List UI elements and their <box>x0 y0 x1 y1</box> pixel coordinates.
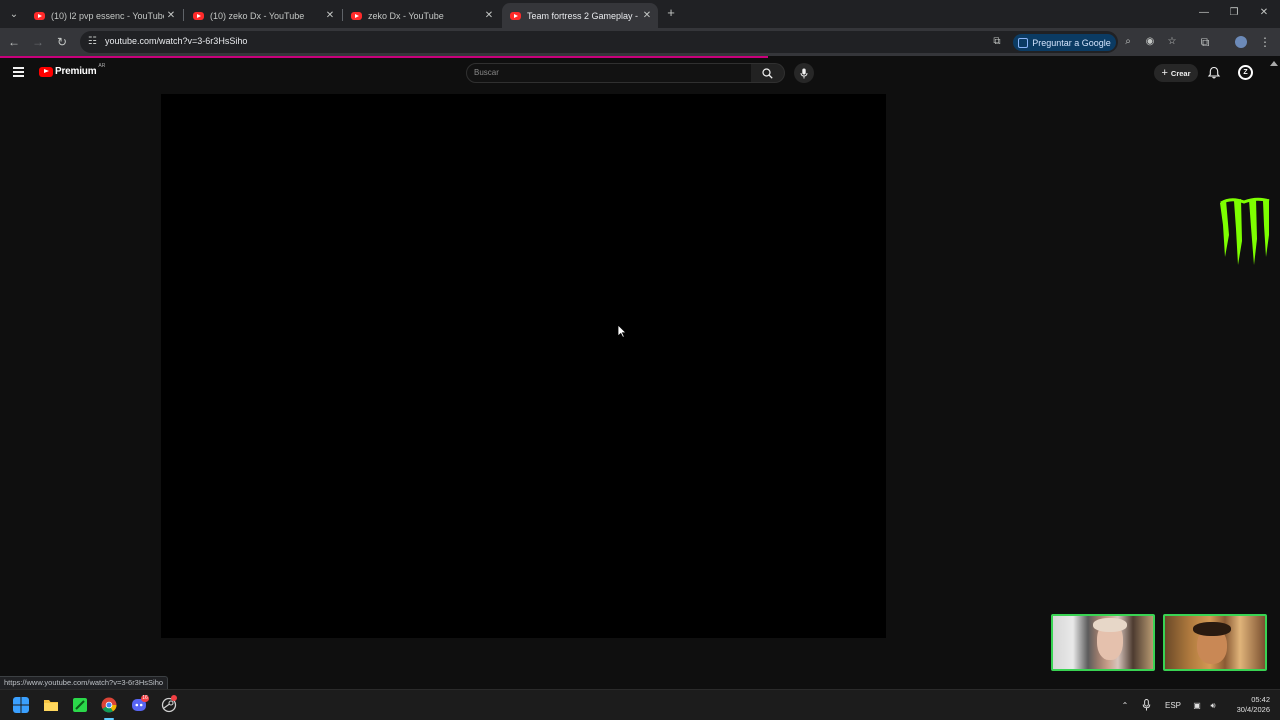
windows-taskbar: 16 ⌃ ESP ▣ 🔊︎ 05:42 30/4/2026 <box>0 689 1280 720</box>
hamburger-icon[interactable] <box>13 67 24 77</box>
avatar[interactable]: Z <box>1238 65 1253 80</box>
plus-icon: + <box>1161 67 1168 79</box>
youtube-favicon <box>34 11 45 20</box>
window-close-icon[interactable]: ✕ <box>1249 4 1279 22</box>
create-button[interactable]: + Crear <box>1154 64 1198 82</box>
file-explorer-icon[interactable] <box>43 697 59 713</box>
site-info-icon[interactable]: ☷ <box>88 35 100 49</box>
close-icon[interactable]: ✕ <box>323 10 337 21</box>
ask-google-label: Preguntar a Google <box>1032 37 1111 48</box>
webcam-feed-right <box>1163 614 1267 671</box>
volume-icon[interactable]: 🔊︎ <box>1206 699 1220 713</box>
link-status-bubble: https://www.youtube.com/watch?v=3-6r3HsS… <box>0 676 169 689</box>
new-tab-icon[interactable]: + <box>664 5 678 21</box>
app-icon[interactable] <box>72 697 88 713</box>
browser-tab[interactable]: (10) l2 pvp essenc - YouTube ✕ <box>26 3 182 28</box>
windows-start-icon[interactable] <box>13 697 29 713</box>
clock-time: 05:42 <box>1251 695 1270 704</box>
close-icon[interactable]: ✕ <box>482 10 496 21</box>
extensions-icon[interactable]: ⧉ <box>1196 33 1214 51</box>
mic-icon <box>800 68 808 78</box>
tab-title: Team fortress 2 Gameplay - You <box>527 10 640 21</box>
reload-icon[interactable]: ↻ <box>53 33 71 51</box>
tab-title: zeko Dx - YouTube <box>368 10 444 21</box>
address-bar[interactable]: ☷ youtube.com/watch?v=3-6r3HsSiho ⧉ Preg… <box>80 31 1176 53</box>
monster-energy-logo <box>1220 197 1270 265</box>
discord-badge: 16 <box>141 695 149 702</box>
scroll-up-arrow[interactable] <box>1270 61 1278 66</box>
tab-search-icon[interactable]: ⌄ <box>5 5 23 23</box>
minimize-icon[interactable]: — <box>1189 4 1219 22</box>
search-icon <box>762 67 773 79</box>
chevron-up-icon[interactable]: ⌃ <box>1119 699 1131 713</box>
lens-icon <box>1018 37 1029 48</box>
menu-dots-icon[interactable]: ⋮ <box>1256 33 1274 51</box>
ask-google-button[interactable]: Preguntar a Google <box>1013 34 1116 51</box>
voice-search-button[interactable] <box>794 63 814 83</box>
mic-icon[interactable] <box>1142 699 1151 711</box>
youtube-favicon <box>351 11 362 20</box>
profile-icon[interactable] <box>1232 33 1250 51</box>
youtube-favicon <box>510 11 521 20</box>
browser-toolbar: ← → ↻ ☷ youtube.com/watch?v=3-6r3HsSiho … <box>0 28 1280 56</box>
clock-date: 30/4/2026 <box>1236 705 1270 714</box>
youtube-premium-logo[interactable]: Premium AR <box>39 62 106 77</box>
create-label: Crear <box>1170 68 1191 78</box>
tab-separator <box>183 9 184 21</box>
search-input[interactable] <box>474 68 734 77</box>
webcam-feed-left <box>1051 614 1155 671</box>
search-field[interactable] <box>466 63 752 83</box>
forward-icon[interactable]: → <box>29 33 47 51</box>
system-clock[interactable]: 05:42 30/4/2026 <box>1226 695 1270 715</box>
install-app-icon[interactable]: ⧉ <box>990 35 1004 49</box>
tab-title: (10) zeko Dx - YouTube <box>210 10 305 21</box>
tab-title: (10) l2 pvp essenc - YouTube <box>51 10 164 21</box>
youtube-favicon <box>193 11 204 20</box>
webcam-hair <box>1193 622 1231 636</box>
youtube-header: Premium AR + Crear Z <box>0 59 1268 87</box>
browser-tab[interactable]: zeko Dx - YouTube ✕ <box>343 3 500 28</box>
url-text[interactable]: youtube.com/watch?v=3-6r3HsSiho <box>105 36 247 46</box>
zoom-icon[interactable]: ⌕ <box>1121 35 1135 49</box>
back-icon[interactable]: ← <box>5 33 23 51</box>
network-icon[interactable]: ▣ <box>1190 699 1204 713</box>
close-icon[interactable]: ✕ <box>640 10 654 21</box>
progress-fill <box>0 56 768 58</box>
bell-icon[interactable] <box>1207 66 1221 80</box>
maximize-icon[interactable]: ❐ <box>1219 4 1249 22</box>
region-code: AR <box>98 62 106 69</box>
scrollbar[interactable] <box>1268 59 1280 689</box>
language-indicator[interactable]: ESP <box>1162 699 1184 713</box>
logo-text: Premium <box>55 66 97 77</box>
mouse-cursor-icon <box>617 324 627 338</box>
close-icon[interactable]: ✕ <box>164 10 178 21</box>
youtube-play-icon <box>39 66 53 77</box>
webcam-hair <box>1093 618 1127 632</box>
tab-strip: ⌄ (10) l2 pvp essenc - YouTube ✕ (10) ze… <box>0 0 1280 28</box>
bookmark-star-icon[interactable]: ☆ <box>1165 35 1179 49</box>
chrome-icon[interactable] <box>101 697 117 713</box>
browser-tab-active[interactable]: Team fortress 2 Gameplay - You ✕ <box>502 3 658 28</box>
notification-dot <box>171 695 177 701</box>
browser-tab[interactable]: (10) zeko Dx - YouTube ✕ <box>185 3 341 28</box>
video-player[interactable] <box>161 94 886 638</box>
search-button[interactable] <box>751 63 785 83</box>
eye-off-icon[interactable]: ◉ <box>1143 35 1157 49</box>
